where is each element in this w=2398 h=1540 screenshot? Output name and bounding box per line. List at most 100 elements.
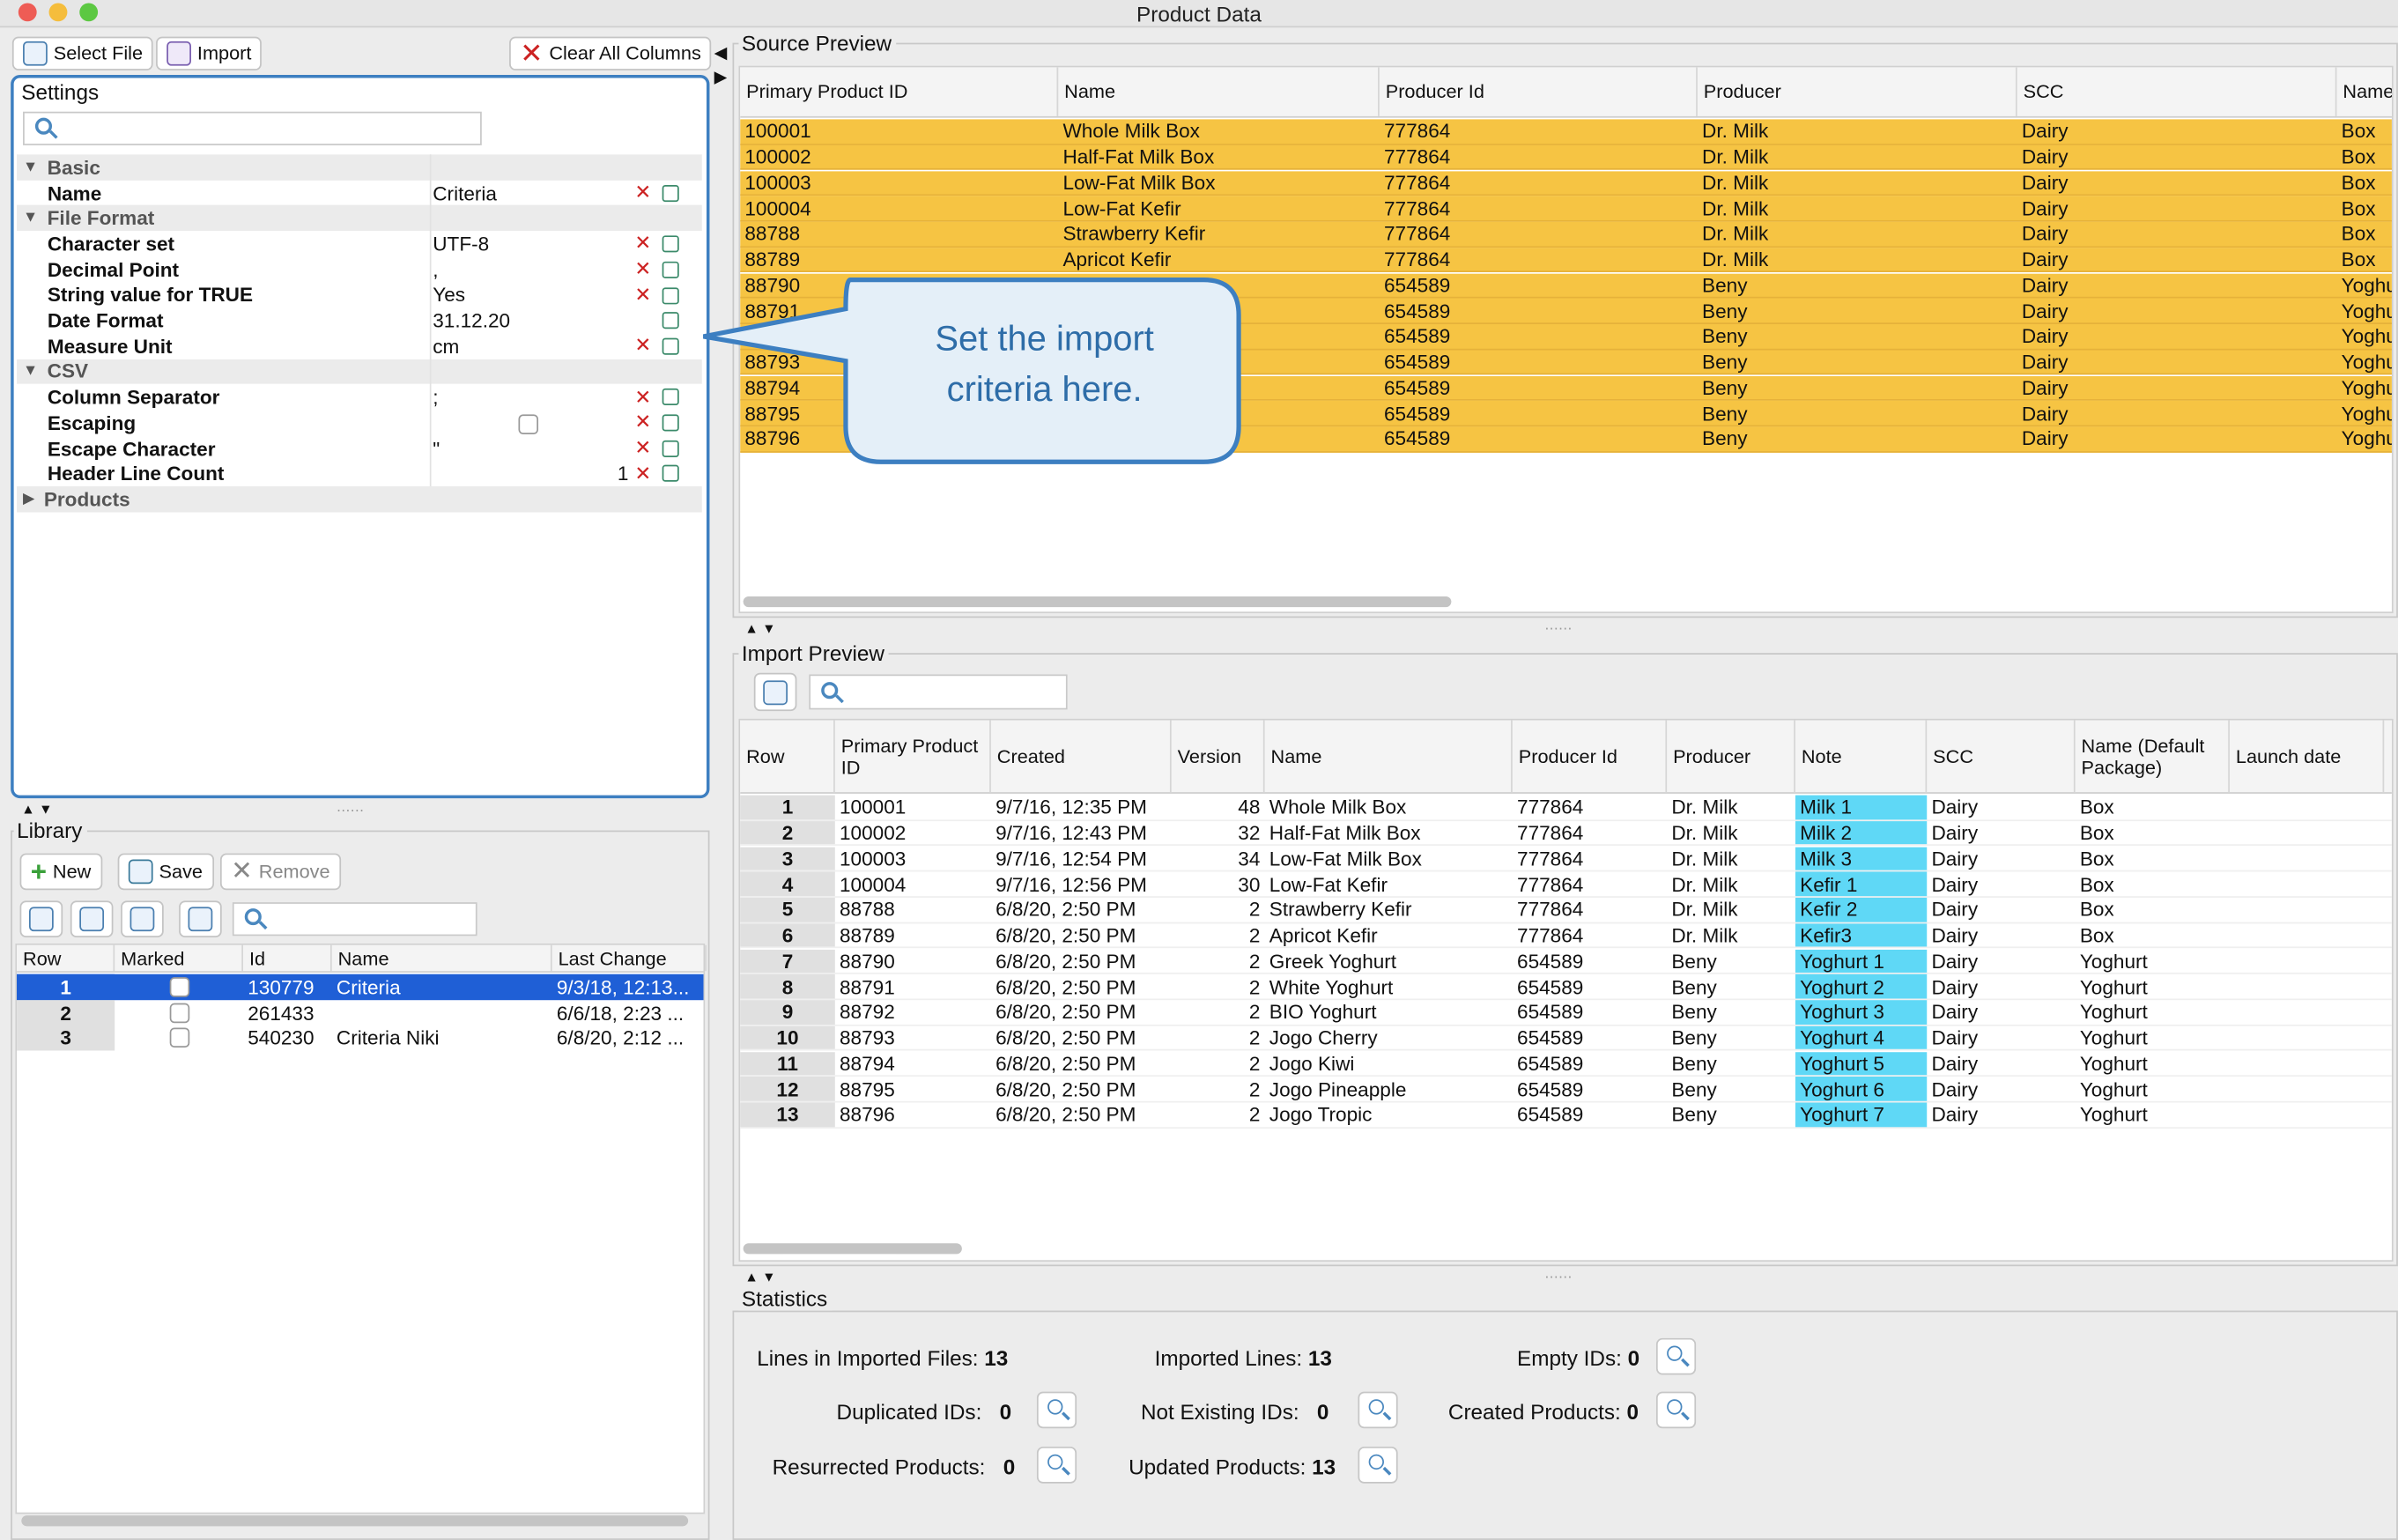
reset-value-icon[interactable]: ✕ [634, 334, 651, 359]
import-table-row[interactable]: 12 88795 6/8/20, 2:50 PM 2 Jogo Pineapple 654… [740, 1077, 2392, 1103]
settings-group-products[interactable]: ▶ Products [17, 486, 702, 513]
splitter-arrows-icon[interactable]: ▲ ▼ [744, 621, 775, 636]
library-col-row[interactable]: Row [17, 944, 115, 972]
settings-property-value[interactable]: " [433, 437, 440, 460]
import-col-producer[interactable]: Producer [1667, 720, 1795, 793]
reset-value-icon[interactable]: ✕ [634, 411, 651, 435]
splitter-grip[interactable]: ⋯⋯ [1544, 621, 1572, 638]
source-col-name[interactable]: Name [1058, 67, 1380, 116]
marked-checkbox[interactable] [168, 1027, 189, 1048]
import-col-name[interactable]: Name [1265, 720, 1513, 793]
settings-property-value[interactable]: , [433, 258, 438, 281]
created-products-inspect-button[interactable] [1655, 1391, 1697, 1429]
source-table-row[interactable]: 100003 Low-Fat Milk Box 777864 Dr. Milk Dair… [740, 170, 2392, 196]
source-col-producer[interactable]: Producer [1698, 67, 2017, 116]
expanded-triangle-icon[interactable]: ▼ [23, 159, 38, 175]
edit-value-icon[interactable] [662, 235, 679, 253]
library-new-button[interactable]: + New [19, 853, 102, 891]
reset-value-icon[interactable]: ✕ [634, 257, 651, 282]
empty-ids-inspect-button[interactable] [1655, 1337, 1697, 1375]
library-horizontal-scrollbar[interactable] [21, 1515, 689, 1527]
reset-value-icon[interactable]: ✕ [634, 181, 651, 205]
library-table-row[interactable]: 1 130779 Criteria 9/3/18, 12:13... [17, 974, 704, 1000]
import-clipboard-button[interactable] [753, 672, 797, 712]
marked-checkbox[interactable] [168, 1002, 189, 1023]
import-table-row[interactable]: 1 100001 9/7/16, 12:35 PM 48 Whole Milk Box 7… [740, 795, 2392, 821]
settings-group[interactable]: ▼ CSV [17, 359, 702, 385]
settings-property-value[interactable]: Yes [433, 284, 465, 307]
settings-group[interactable]: ▼ File Format [17, 205, 702, 232]
source-table-row[interactable]: 100001 Whole Milk Box 777864 Dr. Milk Dairy B… [740, 119, 2392, 145]
edit-value-icon[interactable] [662, 465, 679, 483]
library-search-input[interactable] [232, 902, 477, 937]
import-table-row[interactable]: 4 100004 9/7/16, 12:56 PM 30 Low-Fat Kefir 77… [740, 871, 2392, 898]
import-col-primary-product-id[interactable]: Primary Product ID [835, 720, 991, 793]
updated-products-inspect-button[interactable] [1358, 1447, 1398, 1484]
library-clipboard-button[interactable] [179, 900, 222, 938]
import-table-row[interactable]: 13 88796 6/8/20, 2:50 PM 2 Jogo Tropic 654589… [740, 1102, 2392, 1129]
settings-property-row[interactable]: Header Line Count 1 ✕ [17, 461, 702, 486]
expand-right-arrow-icon[interactable]: ▶ [714, 67, 728, 87]
duplicated-ids-inspect-button[interactable] [1036, 1391, 1077, 1429]
splitter-arrows-icon[interactable]: ▲ ▼ [21, 802, 52, 817]
resurrected-products-inspect-button[interactable] [1036, 1447, 1077, 1484]
edit-value-icon[interactable] [662, 337, 679, 355]
edit-value-icon[interactable] [662, 286, 679, 304]
settings-property-row[interactable]: String value for TRUE Yes ✕ [17, 282, 702, 307]
settings-property-row[interactable]: Decimal Point, ✕ [17, 256, 702, 282]
library-col-marked[interactable]: Marked [115, 944, 244, 972]
import-col-default-package[interactable]: Name (Default Package) [2076, 720, 2230, 793]
library-save-button[interactable]: Save [117, 853, 214, 891]
settings-property-row[interactable]: Escape Character " ✕ [17, 435, 702, 461]
not-existing-ids-inspect-button[interactable] [1358, 1391, 1398, 1429]
expanded-triangle-icon[interactable]: ▼ [23, 363, 38, 380]
splitter-grip[interactable]: ⋯⋯ [337, 803, 364, 819]
library-col-id[interactable]: Id [243, 944, 332, 972]
import-col-created[interactable]: Created [991, 720, 1172, 793]
import-table-row[interactable]: 7 88790 6/8/20, 2:50 PM 2 Greek Yoghurt 65458… [740, 949, 2392, 975]
library-col-last-change[interactable]: Last Change [552, 944, 707, 972]
import-table-row[interactable]: 5 88788 6/8/20, 2:50 PM 2 Strawberry Kefir 77… [740, 897, 2392, 923]
collapse-left-arrow-icon[interactable]: ◀ [714, 43, 728, 63]
settings-property-value[interactable]: Criteria [433, 181, 497, 204]
edit-value-icon[interactable] [662, 261, 679, 278]
source-horizontal-scrollbar[interactable] [743, 596, 1452, 608]
import-col-note[interactable]: Note [1795, 720, 1928, 793]
source-col-name-2[interactable]: Name [2336, 67, 2392, 116]
reset-value-icon[interactable]: ✕ [634, 232, 651, 256]
edit-value-icon[interactable] [662, 414, 679, 432]
import-col-version[interactable]: Version [1172, 720, 1265, 793]
clear-all-columns-button[interactable]: ✕ Clear All Columns [509, 36, 712, 70]
import-button[interactable]: Import [156, 36, 263, 70]
settings-group[interactable]: ▼ Basic [17, 154, 702, 181]
expanded-triangle-icon[interactable]: ▼ [23, 210, 38, 226]
collapsed-triangle-icon[interactable]: ▶ [23, 491, 34, 507]
import-table-row[interactable]: 9 88792 6/8/20, 2:50 PM 2 BIO Yoghurt 654589 B… [740, 1000, 2392, 1026]
import-col-launch-date[interactable]: Launch date [2230, 720, 2385, 793]
source-table-row[interactable]: 88789 Apricot Kefir 777864 Dr. Milk Dairy Box [740, 247, 2392, 273]
import-table-row[interactable]: 3 100003 9/7/16, 12:54 PM 34 Low-Fat Milk Bo… [740, 846, 2392, 872]
settings-property-value[interactable]: UTF-8 [433, 233, 489, 255]
source-table-row[interactable]: 100002 Half-Fat Milk Box 777864 Dr. Milk Dai… [740, 144, 2392, 171]
settings-property-row[interactable]: Character set UTF-8 ✕ [17, 231, 702, 256]
reset-value-icon[interactable]: ✕ [634, 283, 651, 307]
edit-value-icon[interactable] [662, 440, 679, 457]
settings-property-row[interactable]: Escaping ✕ [17, 410, 702, 435]
settings-property-row[interactable]: Name Criteria ✕ [17, 180, 702, 205]
import-col-row[interactable]: Row [740, 720, 835, 793]
source-col-primary-product-id[interactable]: Primary Product ID [740, 67, 1059, 116]
edit-value-icon[interactable] [662, 184, 679, 202]
mark-all-button[interactable] [19, 900, 63, 938]
copy-button[interactable] [70, 900, 114, 938]
settings-property-row[interactable]: Measure Unit cm ✕ [17, 333, 702, 359]
settings-property-value[interactable]: 1 [433, 463, 629, 485]
import-table-row[interactable]: 11 88794 6/8/20, 2:50 PM 2 Jogo Kiwi 654589 Be… [740, 1051, 2392, 1077]
import-table-row[interactable]: 6 88789 6/8/20, 2:50 PM 2 Apricot Kefir 77786… [740, 922, 2392, 949]
import-col-producer-id[interactable]: Producer Id [1513, 720, 1668, 793]
reset-value-icon[interactable]: ✕ [634, 462, 651, 486]
settings-property-value[interactable]: cm [433, 335, 459, 358]
settings-property-row[interactable]: Column Separator; ✕ [17, 384, 702, 410]
settings-search-input[interactable] [23, 111, 482, 145]
library-table-row[interactable]: 2 261433 6/6/18, 2:23 ... [17, 999, 703, 1025]
source-table-row[interactable]: 88788 Strawberry Kefir 777864 Dr. Milk Dairy… [740, 221, 2392, 248]
